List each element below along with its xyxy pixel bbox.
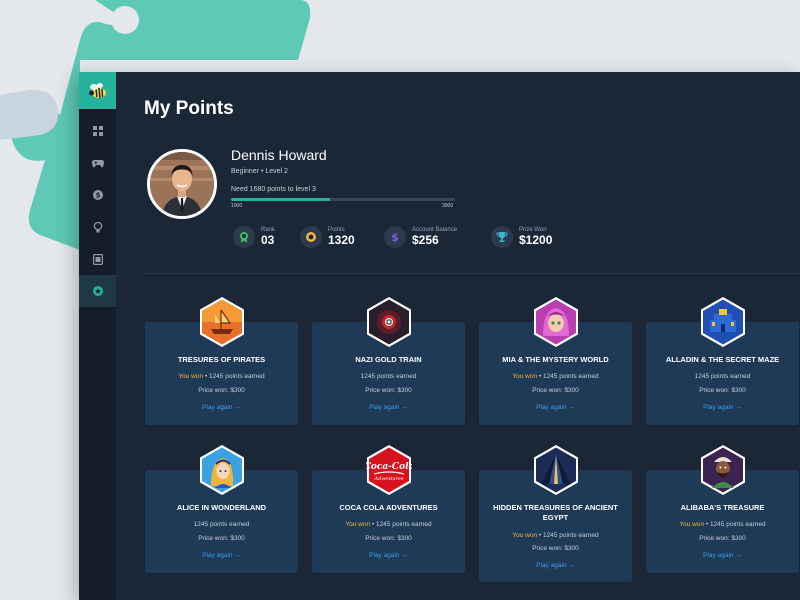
sidebar-item-payments[interactable]: $ bbox=[79, 179, 116, 211]
game-card-price: Price won: $300 bbox=[365, 535, 412, 542]
stat-rank-value: 03 bbox=[261, 233, 275, 247]
gamepad-icon bbox=[91, 159, 104, 167]
user-name: Dennis Howard bbox=[231, 147, 327, 163]
game-card-points: 1245 points earned bbox=[193, 521, 250, 528]
stat-rank: Rank 03 bbox=[233, 226, 275, 248]
game-card-price: Price won: $300 bbox=[365, 387, 412, 394]
sidebar: $ bbox=[79, 72, 116, 600]
user-level: Beginner • Level 2 bbox=[231, 168, 288, 175]
trophy-icon bbox=[491, 226, 513, 248]
play-again-link[interactable]: Play again → bbox=[145, 404, 298, 411]
game-card-points: 1245 points earned bbox=[360, 373, 417, 380]
play-again-link[interactable]: Play again → bbox=[646, 404, 799, 411]
play-again-link[interactable]: Play again → bbox=[479, 562, 632, 569]
game-card-title: COCA COLA ADVENTURES bbox=[339, 503, 438, 512]
dollar-icon: $ bbox=[92, 190, 103, 200]
game-card-title: ALIBABA'S TREASURE bbox=[680, 503, 765, 512]
mia-mystery-game-icon bbox=[534, 297, 578, 347]
play-again-link[interactable]: Play again → bbox=[312, 404, 465, 411]
play-again-link[interactable]: Play again → bbox=[145, 552, 298, 559]
game-card-title: ALLADIN & THE SECRET MAZE bbox=[665, 355, 780, 364]
game-card-points: You won • 1245 points earned bbox=[679, 521, 766, 528]
game-card-price: Price won: $300 bbox=[699, 535, 746, 542]
stat-prize-won: Prize Won $1200 bbox=[491, 226, 552, 248]
page-title: My Points bbox=[144, 98, 234, 119]
game-card-title: MIA & THE MYSTERY WORLD bbox=[502, 355, 609, 364]
alibaba-treasure-game-icon bbox=[701, 445, 745, 495]
stat-points-value: 1320 bbox=[328, 233, 355, 247]
game-card-title: NAZI GOLD TRAIN bbox=[355, 355, 422, 364]
dashboard-icon bbox=[92, 126, 103, 136]
progress-max-label: 3000 bbox=[442, 203, 454, 209]
main-content: My Points Dennis Howard Beginner • Level… bbox=[116, 72, 800, 600]
stat-account-balance: $ Account Balance $256 bbox=[384, 226, 457, 248]
game-card-title: TRESURES OF PIRATES bbox=[177, 355, 266, 364]
game-card-title: ALICE IN WONDERLAND bbox=[176, 503, 267, 512]
coin-icon bbox=[300, 226, 322, 248]
user-photo bbox=[150, 152, 214, 216]
game-card-points: You won • 1245 points earned bbox=[512, 373, 599, 380]
game-card-price: Price won: $300 bbox=[699, 387, 746, 394]
game-card[interactable]: ALIBABA'S TREASURE You won • 1245 points… bbox=[646, 445, 799, 573]
level-progress-label: Need 1680 points to level 3 bbox=[231, 186, 316, 193]
play-again-link[interactable]: Play again → bbox=[312, 552, 465, 559]
game-card-points: 1245 points earned bbox=[694, 373, 751, 380]
game-card[interactable]: MIA & THE MYSTERY WORLD You won • 1245 p… bbox=[479, 297, 632, 425]
game-card[interactable]: ALICE IN WONDERLAND 1245 points earned P… bbox=[145, 445, 298, 573]
level-progress-fill bbox=[231, 198, 330, 201]
game-card-points: You won • 1245 points earned bbox=[345, 521, 432, 528]
sidebar-item-points[interactable] bbox=[79, 275, 116, 307]
game-card-points: You won • 1245 points earned bbox=[512, 532, 599, 539]
svg-text:Coca-Cola: Coca-Cola bbox=[366, 462, 412, 472]
stat-points: Points 1320 bbox=[300, 226, 355, 248]
game-card-price: Price won: $300 bbox=[198, 535, 245, 542]
dollar-icon: $ bbox=[384, 226, 406, 248]
svg-text:$: $ bbox=[95, 192, 100, 200]
gift-box-icon bbox=[92, 253, 103, 265]
stat-prize-value: $1200 bbox=[519, 233, 553, 247]
level-progress-bar bbox=[231, 198, 455, 201]
game-card-points: You won • 1245 points earned bbox=[178, 373, 265, 380]
coca-cola-game-icon: Coca-Cola Adventures bbox=[366, 445, 412, 495]
sidebar-item-ideas[interactable] bbox=[79, 211, 116, 243]
game-card[interactable]: ALLADIN & THE SECRET MAZE 1245 points ea… bbox=[646, 297, 799, 425]
game-card[interactable]: HIDDEN TREASURES OF ANCIENT EGYPT You wo… bbox=[479, 445, 632, 582]
avatar[interactable] bbox=[147, 149, 217, 219]
game-card-price: Price won: $300 bbox=[532, 545, 579, 552]
play-again-link[interactable]: Play again → bbox=[646, 552, 799, 559]
game-card[interactable]: Coca-Cola Adventures COCA COLA ADVENTURE… bbox=[312, 445, 465, 573]
section-divider bbox=[144, 273, 800, 274]
svg-text:Adventures: Adventures bbox=[374, 476, 404, 482]
egypt-pyramid-game-icon bbox=[534, 445, 578, 495]
game-card[interactable]: NAZI GOLD TRAIN 1245 points earned Price… bbox=[312, 297, 465, 425]
sidebar-item-gifts[interactable] bbox=[79, 243, 116, 275]
lightbulb-icon bbox=[93, 221, 102, 232]
game-card-price: Price won: $300 bbox=[198, 387, 245, 394]
play-again-link[interactable]: Play again → bbox=[479, 404, 632, 411]
svg-text:$: $ bbox=[391, 231, 399, 243]
app-window: $ My Points Dennis Howard Beginner • Lev… bbox=[79, 72, 800, 600]
app-logo[interactable] bbox=[79, 72, 116, 109]
bee-logo-icon bbox=[88, 82, 106, 98]
game-card-price: Price won: $300 bbox=[532, 387, 579, 394]
gold-train-game-icon bbox=[367, 297, 411, 347]
rank-medal-icon bbox=[233, 226, 255, 248]
sidebar-item-dashboard[interactable] bbox=[79, 115, 116, 147]
pirate-ship-game-icon bbox=[200, 297, 244, 347]
alladin-maze-game-icon bbox=[701, 297, 745, 347]
sidebar-item-games[interactable] bbox=[79, 147, 116, 179]
points-star-icon bbox=[92, 286, 103, 296]
game-card-title: HIDDEN TREASURES OF ANCIENT EGYPT bbox=[493, 503, 618, 522]
progress-min-label: 1000 bbox=[231, 203, 243, 209]
alice-wonderland-game-icon bbox=[200, 445, 244, 495]
game-card[interactable]: TRESURES OF PIRATES You won • 1245 point… bbox=[145, 297, 298, 425]
stat-balance-value: $256 bbox=[412, 233, 439, 247]
